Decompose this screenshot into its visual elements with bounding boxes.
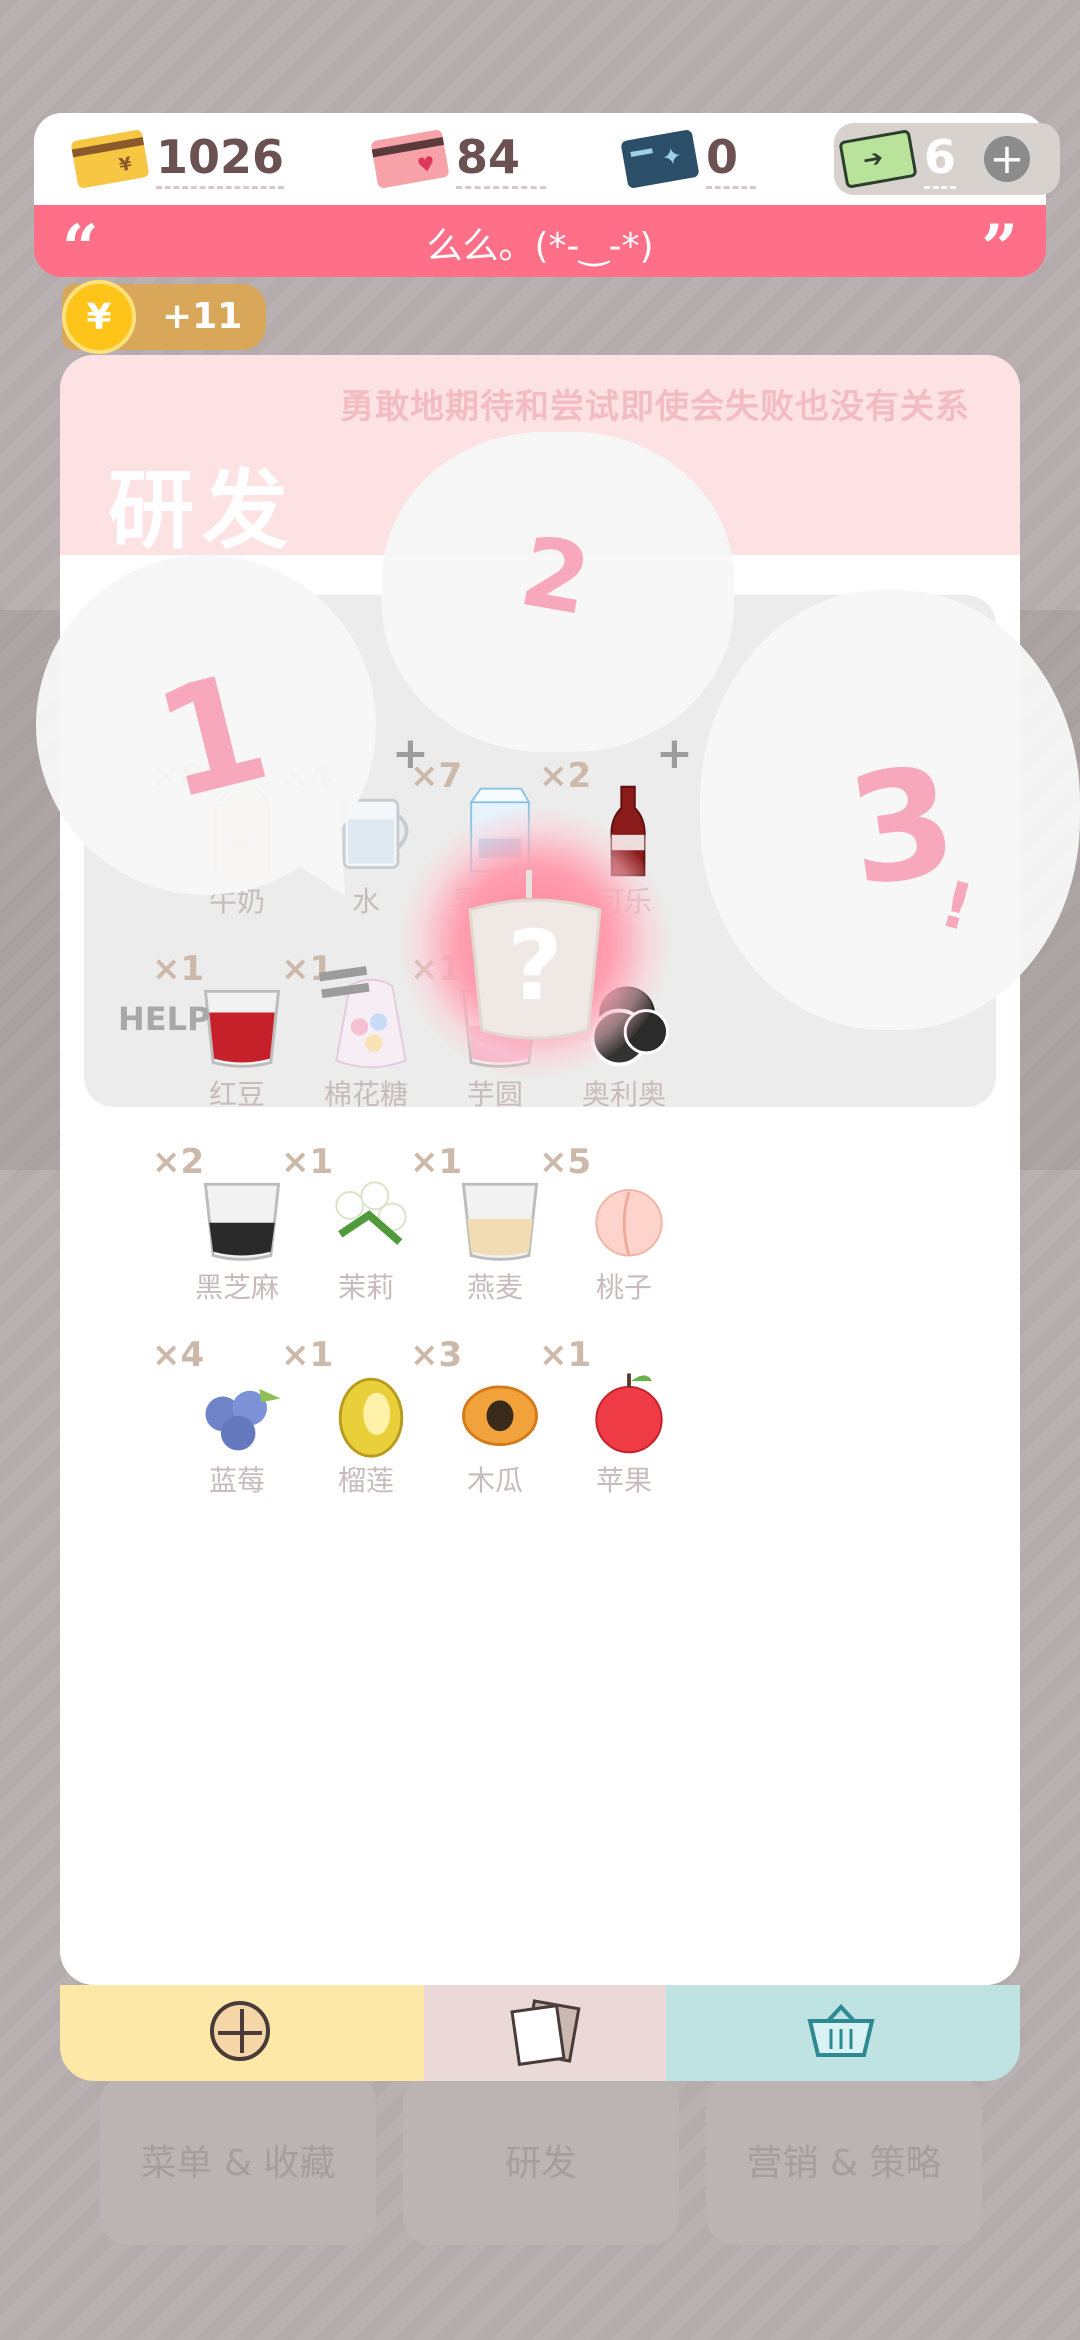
gold-card-value: 1026 [156,130,285,189]
ticket-counter[interactable]: ➔ 6 + [834,123,1060,195]
pink-card-value: 84 [456,130,546,189]
recipe-notes-icon [510,1999,581,2067]
panel-title: 研发 [108,461,296,561]
blue-card-value: 0 [706,130,756,189]
basket-icon [806,2003,876,2059]
help-button[interactable]: HELP [118,1000,210,1038]
pink-card-counter[interactable]: ♥ 84 [370,127,546,191]
papaya-icon [450,1355,550,1465]
currency-bar: ¥ 1026 ♥ 84 ✦ 0 ➔ 6 + [34,113,1060,205]
ingredient-name: 奥利奥 [581,1078,666,1111]
blue-card-counter[interactable]: ✦ 0 [620,127,756,191]
mystery-cup-icon[interactable]: ? [460,870,610,1050]
ingredient-name: 苹果 [595,1464,652,1497]
oat-cup-icon [450,1162,550,1272]
nav-shop[interactable] [666,1985,1020,2081]
equals-sign: = [306,931,382,1028]
nav-menu[interactable] [60,1985,424,2081]
quote-banner: “ 么么。(*-‿-*) ” [34,205,1046,286]
bg-menu-research: 研发 [403,2075,679,2245]
nav-research[interactable] [424,1985,666,2081]
gold-card-icon: ¥ [70,129,150,189]
gold-card-counter[interactable]: ¥ 1026 [70,127,285,191]
ticket-value: 6 [924,130,957,189]
orange-slice-icon [210,2001,270,2061]
ingredient-name: 桃子 [595,1271,652,1304]
quote-text: 么么。(*-‿-*) [426,226,654,267]
panel-slogan: 勇敢地期待和尝试即使会失败也没有关系 [340,387,970,427]
add-ticket-button[interactable]: + [984,136,1031,182]
income-amount: +11 [162,296,243,337]
bg-menu-marketing-label: 营销 & 策略 [746,2143,942,2184]
blueberry-icon [192,1355,292,1465]
plus-sign-2: + [656,728,693,779]
apple-icon [579,1355,679,1465]
pink-card-icon: ♥ [370,129,450,189]
blue-card-icon: ✦ [620,129,700,189]
plus-sign-1: + [392,728,429,779]
income-badge: ¥ +11 [62,280,266,354]
quote-close-mark: ” [981,211,1018,286]
jasmine-icon [321,1162,421,1272]
black-sesame-cup-icon [192,1162,292,1272]
bg-menu-favorites: 菜单 & 收藏 [100,2075,376,2245]
ingredient-item[interactable]: ×5 桃子 [539,1142,709,1312]
peach-icon [579,1162,679,1272]
bg-menu-research-label: 研发 [504,2143,577,2184]
coin-icon: ¥ [62,280,136,354]
ingredient-item[interactable]: ×1 苹果 [539,1335,709,1505]
durian-icon [321,1355,421,1465]
bg-menu-favorites-label: 菜单 & 收藏 [140,2143,336,2184]
ticket-icon: ➔ [838,129,918,189]
bg-menu-marketing: 营销 & 策略 [706,2075,982,2245]
mystery-mark: ? [507,910,563,1022]
